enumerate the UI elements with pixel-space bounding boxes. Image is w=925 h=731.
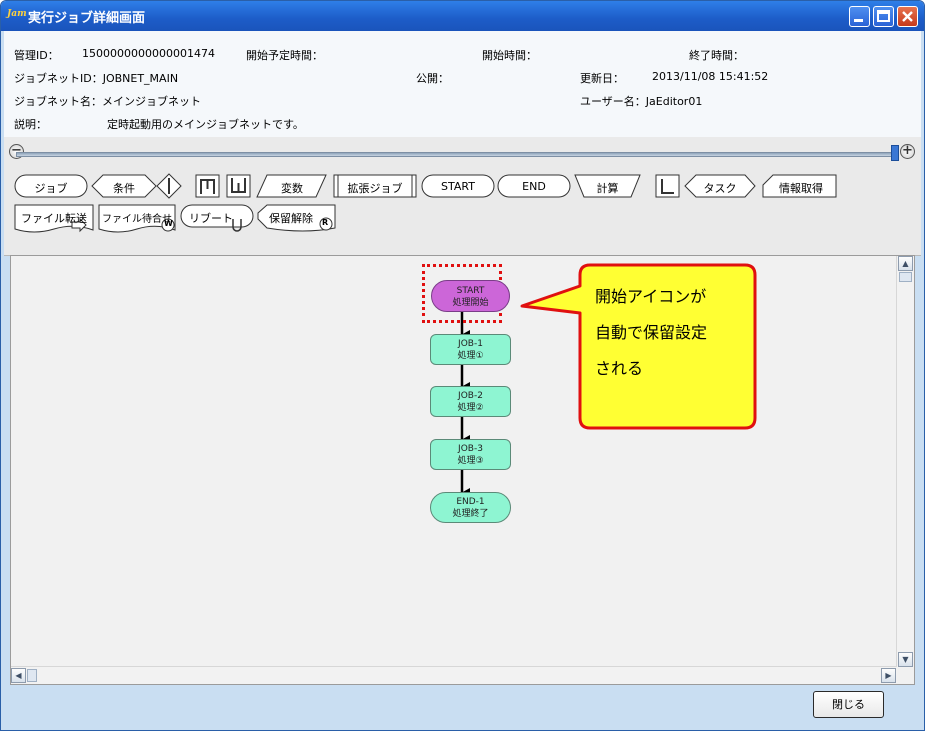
horizontal-scroll-thumb[interactable] [27, 669, 37, 682]
palette-reboot-label: リブート [189, 212, 233, 225]
node-job-3-label: 処理③ [457, 456, 484, 466]
close-button[interactable]: 閉じる [813, 691, 884, 718]
maximize-button[interactable] [873, 6, 894, 27]
footer-bar [4, 685, 921, 729]
public-label: 公開： [416, 72, 449, 85]
node-end-1-label: 処理終了 [452, 509, 489, 519]
palette-l-icon[interactable] [656, 175, 679, 197]
palette-condition-label: 条件 [113, 182, 135, 195]
close-window-button[interactable] [897, 6, 918, 27]
palette-variable-label: 変数 [281, 182, 303, 195]
jobnet-flow-canvas[interactable]: START 処理開始 JOB-1 処理① JOB-2 処理② JOB-3 処理③… [10, 255, 915, 685]
node-start-id: START [456, 286, 485, 296]
zoom-slider[interactable]: − + [4, 137, 921, 169]
vertical-scroll-thumb[interactable] [899, 272, 912, 282]
jobnet-info-panel: 管理ID： 1500000000000001474 開始予定時間： 開始時間： … [4, 31, 921, 137]
user-name: ユーザー名：JaEditor01 [580, 95, 703, 108]
palette-file-transfer-label: ファイル転送 [21, 212, 87, 225]
palette-merge-icon[interactable] [196, 175, 219, 197]
palette-parallel-icon[interactable] [157, 175, 181, 199]
manage-id-label: 管理ID： [14, 49, 59, 62]
palette-ext-job-label: 拡張ジョブ [347, 182, 403, 195]
palette-loop-icon[interactable] [227, 175, 250, 197]
manage-id-value: 1500000000000001474 [82, 47, 215, 60]
horizontal-scrollbar[interactable]: ◀ ▶ [11, 666, 897, 684]
node-job-1-id: JOB-1 [458, 339, 483, 349]
palette-task-label: タスク [703, 182, 737, 195]
maximize-icon [877, 10, 890, 22]
node-job-1-label: 処理① [457, 351, 484, 361]
jobnet-id: ジョブネットID：JOBNET_MAIN [14, 72, 179, 85]
zoom-thumb[interactable] [891, 145, 899, 161]
icon-palette: ジョブ 条件 変数 拡張ジョブ START END 計算 タスク 情報取得 ファ… [4, 169, 921, 256]
callout-line-1: 開始アイコンが [595, 287, 707, 306]
end-time-label: 終了時間： [689, 49, 744, 62]
vertical-scrollbar[interactable]: ▲ ▼ [896, 256, 914, 668]
node-job-3[interactable]: JOB-3 処理③ [430, 439, 511, 470]
description-value: 定時起動用のメインジョブネットです。 [107, 118, 304, 131]
node-start-label: 処理開始 [452, 298, 489, 308]
window-title: 実行ジョブ詳細画面 [28, 11, 146, 26]
close-icon [902, 11, 913, 22]
scroll-up-icon[interactable]: ▲ [898, 256, 913, 271]
palette-calc-label: 計算 [596, 182, 619, 195]
scroll-right-icon[interactable]: ▶ [881, 668, 896, 683]
palette-w-badge: W [164, 219, 173, 228]
minimize-button[interactable] [849, 6, 870, 27]
node-end-1-id: END-1 [456, 497, 485, 507]
jobnet-name: ジョブネット名：メインジョブネット [14, 95, 201, 108]
palette-start-label: START [441, 180, 475, 193]
updated-value: 2013/11/08 15:41:52 [652, 70, 769, 83]
callout-text: 開始アイコンが 自動で保留設定 される [595, 279, 707, 387]
start-time-label: 開始時間： [482, 49, 537, 62]
job-detail-window: Jam 実行ジョブ詳細画面 管理ID： 1500000000000001474 … [0, 0, 925, 731]
scheduled-start-label: 開始予定時間： [246, 49, 323, 62]
callout-line-3: される [595, 359, 644, 378]
palette-info-get-label: 情報取得 [779, 182, 823, 195]
scroll-down-icon[interactable]: ▼ [898, 652, 913, 667]
node-end-1[interactable]: END-1 処理終了 [430, 492, 511, 523]
node-job-2[interactable]: JOB-2 処理② [430, 386, 511, 417]
zoom-in-icon[interactable]: + [900, 144, 915, 159]
updated-label: 更新日： [580, 72, 624, 85]
palette-job-label: ジョブ [34, 182, 68, 195]
title-bar[interactable]: Jam 実行ジョブ詳細画面 [1, 1, 924, 31]
palette-r-badge: R [322, 218, 329, 227]
callout-line-2: 自動で保留設定 [595, 323, 708, 342]
palette-hold-release-label: 保留解除 [269, 212, 313, 225]
minimize-icon [854, 19, 863, 22]
jam-app-icon: Jam [7, 9, 27, 19]
palette-end-label: END [522, 180, 546, 193]
scroll-left-icon[interactable]: ◀ [11, 668, 26, 683]
zoom-track[interactable] [16, 152, 898, 157]
node-job-1[interactable]: JOB-1 処理① [430, 334, 511, 365]
node-job-2-id: JOB-2 [458, 391, 483, 401]
description-label: 説明： [14, 118, 47, 131]
node-job-2-label: 処理② [457, 403, 484, 413]
node-start[interactable]: START 処理開始 [431, 280, 510, 312]
node-job-3-id: JOB-3 [458, 444, 483, 454]
